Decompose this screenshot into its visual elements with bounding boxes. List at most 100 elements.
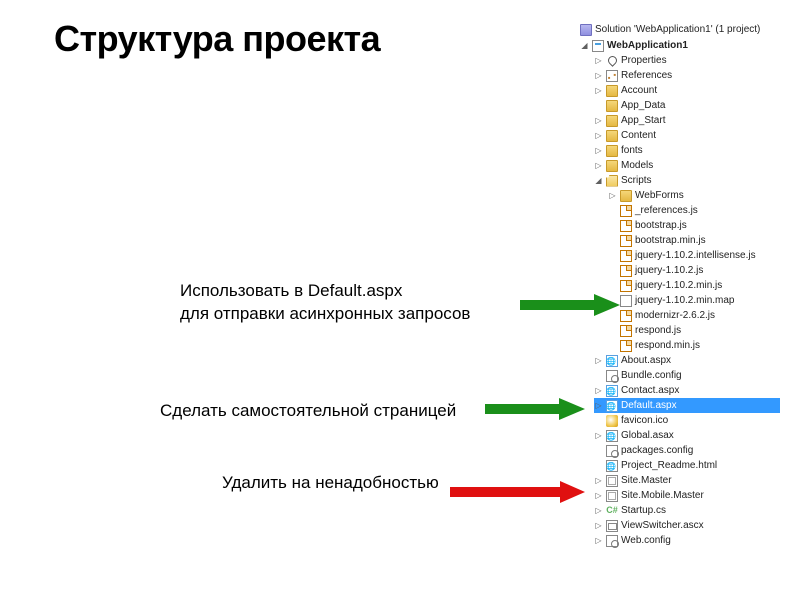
tree-item-appdata[interactable]: App_Data [594,98,780,113]
tree-item-bootstrapmin[interactable]: bootstrap.min.js [608,233,780,248]
folder-icon [606,85,618,97]
js-file-icon [620,325,632,337]
tree-item-contact[interactable]: ▷Contact.aspx [594,383,780,398]
tree-item-bundle[interactable]: Bundle.config [594,368,780,383]
tree-item-modernizr[interactable]: modernizr-2.6.2.js [608,308,780,323]
folder-icon [606,160,618,172]
tree-item-sitemaster[interactable]: ▷Site.Master [594,473,780,488]
expander-icon[interactable]: ▷ [594,431,603,440]
expander-icon[interactable]: ▷ [594,386,603,395]
tree-item-bootstrap[interactable]: bootstrap.js [608,218,780,233]
tree-item-favicon[interactable]: favicon.ico [594,413,780,428]
solution-label: Solution 'WebApplication1' (1 project) [595,22,760,37]
tree-item-appstart[interactable]: ▷App_Start [594,113,780,128]
solution-header[interactable]: Solution 'WebApplication1' (1 project) [580,22,780,37]
aspx-file-icon [606,385,618,397]
tree-item-startup[interactable]: ▷C#Startup.cs [594,503,780,518]
project-node[interactable]: ◢ WebApplication1 [580,38,780,53]
js-file-icon [620,235,632,247]
tree-item-default[interactable]: ▷Default.aspx [594,398,780,413]
html-file-icon [606,460,618,472]
tree-item-properties[interactable]: ▷Properties [594,53,780,68]
tree-item-respond[interactable]: respond.js [608,323,780,338]
expander-icon[interactable]: ▷ [594,86,603,95]
folder-icon [620,190,632,202]
annotation-jquery-line2: для отправки асинхронных запросов [180,303,470,326]
tree-item-webconfig[interactable]: ▷Web.config [594,533,780,548]
ascx-file-icon [606,520,618,532]
expander-icon[interactable]: ▷ [594,116,603,125]
js-file-icon [620,280,632,292]
wrench-icon [606,55,618,67]
js-file-icon [620,310,632,322]
cs-file-icon: C# [606,505,618,517]
tree-item-models[interactable]: ▷Models [594,158,780,173]
project-icon [592,40,604,52]
config-file-icon [606,445,618,457]
config-file-icon [606,535,618,547]
arrow-default [485,398,585,420]
folder-icon [606,115,618,127]
references-icon [606,70,618,82]
slide-title: Структура проекта [54,18,380,60]
arrow-delete [450,470,585,514]
expander-icon[interactable]: ▷ [594,356,603,365]
tree-item-references[interactable]: ▷References [594,68,780,83]
folder-icon [606,130,618,142]
tree-item-readme[interactable]: Project_Readme.html [594,458,780,473]
expander-icon[interactable]: ▷ [594,161,603,170]
annotation-jquery: Использовать в Default.aspx для отправки… [180,280,470,326]
tree-item-scripts[interactable]: ◢Scripts [594,173,780,188]
js-file-icon [620,220,632,232]
project-label: WebApplication1 [607,38,688,53]
asax-file-icon [606,430,618,442]
expander-icon[interactable]: ▷ [594,491,603,500]
js-file-icon [620,265,632,277]
tree-item-refjs[interactable]: _references.js [608,203,780,218]
expander-icon[interactable]: ▷ [594,71,603,80]
expander-icon[interactable] [594,101,603,110]
master-file-icon [606,490,618,502]
expander-icon[interactable]: ▷ [594,56,603,65]
expander-icon[interactable]: ◢ [580,41,589,50]
annotation-default: Сделать самостоятельной страницей [160,400,456,423]
ico-file-icon [606,415,618,427]
folder-icon [606,145,618,157]
annotation-jquery-line1: Использовать в Default.aspx [180,280,470,303]
tree-item-respondmin[interactable]: respond.min.js [608,338,780,353]
tree-item-viewswitcher[interactable]: ▷ViewSwitcher.ascx [594,518,780,533]
master-file-icon [606,475,618,487]
folder-open-icon [606,175,618,187]
aspx-file-icon [606,400,618,412]
tree-item-account[interactable]: ▷Account [594,83,780,98]
tree-item-packages[interactable]: packages.config [594,443,780,458]
tree-item-jq[interactable]: jquery-1.10.2.js [608,263,780,278]
js-file-icon [620,205,632,217]
expander-icon[interactable]: ▷ [594,521,603,530]
tree-item-jqmin[interactable]: jquery-1.10.2.min.js [608,278,780,293]
tree-item-about[interactable]: ▷About.aspx [594,353,780,368]
tree-item-content[interactable]: ▷Content [594,128,780,143]
expander-icon[interactable]: ▷ [594,476,603,485]
solution-icon [580,24,592,36]
expander-icon[interactable]: ◢ [594,176,603,185]
folder-icon [606,100,618,112]
tree-item-jqmap[interactable]: jquery-1.10.2.min.map [608,293,780,308]
expander-icon[interactable]: ▷ [608,191,617,200]
expander-icon[interactable]: ▷ [594,131,603,140]
expander-icon[interactable]: ▷ [594,401,603,410]
js-file-icon [620,340,632,352]
expander-icon[interactable]: ▷ [594,506,603,515]
tree-item-webforms[interactable]: ▷WebForms [608,188,780,203]
expander-icon[interactable]: ▷ [594,536,603,545]
aspx-file-icon [606,355,618,367]
tree-item-global[interactable]: ▷Global.asax [594,428,780,443]
tree-item-fonts[interactable]: ▷fonts [594,143,780,158]
tree-item-sitemobile[interactable]: ▷Site.Mobile.Master [594,488,780,503]
solution-explorer: Solution 'WebApplication1' (1 project) ◢… [580,22,780,548]
tree-item-jqis[interactable]: jquery-1.10.2.intellisense.js [608,248,780,263]
map-file-icon [620,295,632,307]
expander-icon[interactable]: ▷ [594,146,603,155]
annotation-delete: Удалить на ненадобностью [222,472,439,495]
config-file-icon [606,370,618,382]
